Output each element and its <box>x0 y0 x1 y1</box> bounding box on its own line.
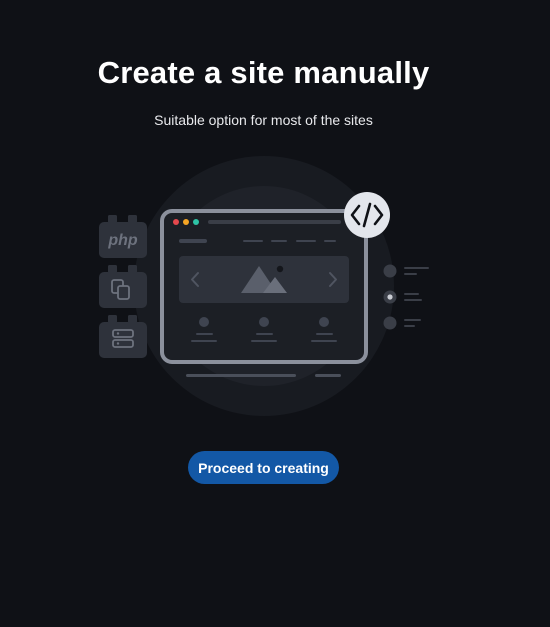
nav-logo <box>179 239 207 243</box>
window-dot-yellow <box>183 219 189 225</box>
proceed-to-creating-button[interactable]: Proceed to creating <box>188 451 339 484</box>
address-bar <box>208 220 341 224</box>
code-badge <box>344 192 390 238</box>
window-dot-green <box>193 219 199 225</box>
php-icon: php <box>107 232 138 249</box>
window-dot-red <box>173 219 179 225</box>
radio-list <box>383 264 429 330</box>
php-tile: php <box>99 215 147 258</box>
window-shadow-lines <box>186 374 341 377</box>
website-illustration: php <box>99 156 429 416</box>
browser-window <box>160 209 368 364</box>
create-site-page: Create a site manually Suitable option f… <box>0 0 550 627</box>
